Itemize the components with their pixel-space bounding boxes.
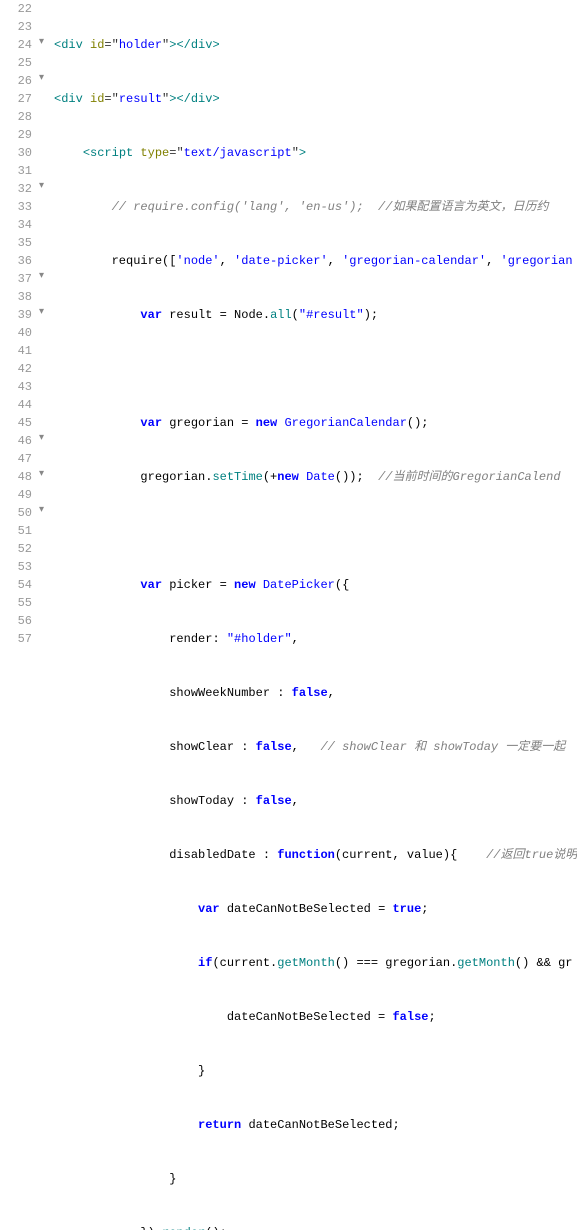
code-line: showToday : false, xyxy=(54,792,577,810)
code-line: var result = Node.all("#result"); xyxy=(54,306,577,324)
line-number: 30 xyxy=(4,144,32,162)
code-line: render: "#holder", xyxy=(54,630,577,648)
code-line: require(['node', 'date-picker', 'gregori… xyxy=(54,252,577,270)
line-number: 41 xyxy=(4,342,32,360)
code-line: }).render(); xyxy=(54,1224,577,1230)
line-number-gutter: 222324▾2526▾272829303132▾3334353637▾3839… xyxy=(0,0,40,1230)
line-number: 55 xyxy=(4,594,32,612)
fold-toggle-icon[interactable]: ▾ xyxy=(34,470,44,480)
line-number: 51 xyxy=(4,522,32,540)
code-content: <div id="holder"></div> <div id="result"… xyxy=(40,0,577,1230)
code-line xyxy=(54,360,577,378)
fold-toggle-icon[interactable]: ▾ xyxy=(34,434,44,444)
code-line: return dateCanNotBeSelected; xyxy=(54,1116,577,1134)
line-number: 52 xyxy=(4,540,32,558)
fold-toggle-icon[interactable]: ▾ xyxy=(34,506,44,516)
code-line: var gregorian = new GregorianCalendar(); xyxy=(54,414,577,432)
line-number: 35 xyxy=(4,234,32,252)
code-line: } xyxy=(54,1170,577,1188)
line-number: 46▾ xyxy=(4,432,32,450)
line-number: 36 xyxy=(4,252,32,270)
line-number: 49 xyxy=(4,486,32,504)
line-number: 29 xyxy=(4,126,32,144)
line-number: 44 xyxy=(4,396,32,414)
line-number: 45 xyxy=(4,414,32,432)
line-number: 40 xyxy=(4,324,32,342)
line-number: 43 xyxy=(4,378,32,396)
code-line: <div id="result"></div> xyxy=(54,90,577,108)
fold-toggle-icon[interactable]: ▾ xyxy=(34,272,44,282)
fold-toggle-icon[interactable]: ▾ xyxy=(34,182,44,192)
line-number: 54 xyxy=(4,576,32,594)
line-number: 27 xyxy=(4,90,32,108)
code-line: var dateCanNotBeSelected = true; xyxy=(54,900,577,918)
line-number: 33 xyxy=(4,198,32,216)
code-line: // require.config('lang', 'en-us'); //如果… xyxy=(54,198,577,216)
code-line: <div id="holder"></div> xyxy=(54,36,577,54)
line-number: 53 xyxy=(4,558,32,576)
code-line: if(current.getMonth() === gregorian.getM… xyxy=(54,954,577,972)
line-number: 57 xyxy=(4,630,32,648)
line-number: 24▾ xyxy=(4,36,32,54)
code-line: var picker = new DatePicker({ xyxy=(54,576,577,594)
line-number: 22 xyxy=(4,0,32,18)
code-line: gregorian.setTime(+new Date()); //当前时间的G… xyxy=(54,468,577,486)
line-number: 47 xyxy=(4,450,32,468)
line-number: 32▾ xyxy=(4,180,32,198)
line-number: 48▾ xyxy=(4,468,32,486)
line-number: 50▾ xyxy=(4,504,32,522)
code-line: showWeekNumber : false, xyxy=(54,684,577,702)
code-line xyxy=(54,522,577,540)
line-number: 31 xyxy=(4,162,32,180)
line-number: 34 xyxy=(4,216,32,234)
code-line: } xyxy=(54,1062,577,1080)
code-line: dateCanNotBeSelected = false; xyxy=(54,1008,577,1026)
code-line: <script type="text/javascript"> xyxy=(54,144,577,162)
line-number: 28 xyxy=(4,108,32,126)
fold-toggle-icon[interactable]: ▾ xyxy=(34,308,44,318)
line-number: 26▾ xyxy=(4,72,32,90)
line-number: 38 xyxy=(4,288,32,306)
fold-toggle-icon[interactable]: ▾ xyxy=(34,74,44,84)
line-number: 25 xyxy=(4,54,32,72)
code-line: showClear : false, // showClear 和 showTo… xyxy=(54,738,577,756)
line-number: 42 xyxy=(4,360,32,378)
code-line: disabledDate : function(current, value){… xyxy=(54,846,577,864)
line-number: 37▾ xyxy=(4,270,32,288)
line-number: 39▾ xyxy=(4,306,32,324)
fold-toggle-icon[interactable]: ▾ xyxy=(34,38,44,48)
line-number: 23 xyxy=(4,18,32,36)
